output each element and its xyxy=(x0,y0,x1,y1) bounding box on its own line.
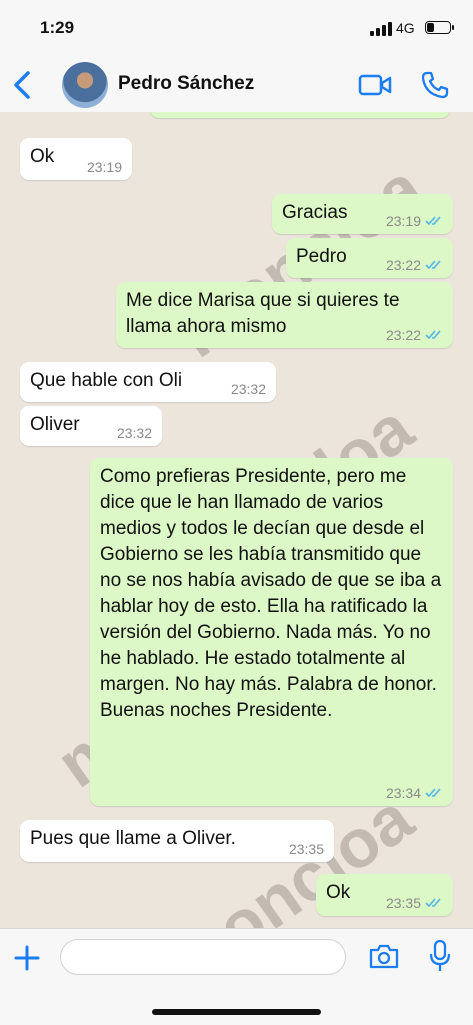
message-bubble[interactable]: Que hable con Oli 23:32 xyxy=(20,362,276,402)
message-time: 23:19 xyxy=(86,159,122,175)
message-bubble[interactable]: Pedro 23:22 xyxy=(286,238,453,278)
chat-header: Pedro Sánchez xyxy=(0,58,473,113)
message-bubble[interactable]: Ok 23:35 xyxy=(316,874,453,916)
double-check-icon xyxy=(425,216,441,226)
battery-icon xyxy=(425,21,454,34)
message-meta: 23:19 xyxy=(87,159,122,175)
double-check-icon xyxy=(425,330,441,340)
message-meta: 23:19 xyxy=(386,213,443,229)
status-time: 1:29 xyxy=(40,18,75,37)
message-time: 23:32 xyxy=(116,425,152,441)
home-indicator xyxy=(152,1009,321,1015)
phone-call-icon[interactable] xyxy=(420,70,450,100)
message-bubble[interactable]: Gracias 23:19 xyxy=(272,194,453,234)
contact-name[interactable]: Pedro Sánchez xyxy=(118,73,254,95)
camera-icon[interactable] xyxy=(368,942,400,970)
message-text: Como prefieras Presidente, pero me dice … xyxy=(100,466,442,721)
composer-bar xyxy=(0,928,473,1025)
video-call-icon[interactable] xyxy=(358,72,392,98)
message-meta: 23:35 xyxy=(386,895,443,911)
double-check-icon xyxy=(425,788,441,798)
message-meta: 23:35 xyxy=(289,841,324,857)
message-time: 23:19 xyxy=(385,213,421,229)
signal-icon xyxy=(370,22,392,36)
message-meta: 23:32 xyxy=(231,381,266,397)
message-input[interactable] xyxy=(60,939,346,975)
double-check-icon xyxy=(425,260,441,270)
message-time: 23:22 xyxy=(385,327,421,343)
message-meta: 23:22 xyxy=(386,327,443,343)
message-bubble-partial xyxy=(150,112,450,118)
message-bubble[interactable]: Pues que llame a Oliver. 23:35 xyxy=(20,820,334,862)
double-check-icon xyxy=(425,898,441,908)
message-meta: 23:32 xyxy=(117,425,152,441)
message-bubble[interactable]: Ok 23:19 xyxy=(20,138,132,180)
plus-icon[interactable] xyxy=(12,943,42,973)
message-time: 23:35 xyxy=(288,841,324,857)
status-bar: 1:29 4G xyxy=(0,0,473,58)
message-text: Pues que llame a Oliver. xyxy=(30,828,236,849)
message-bubble[interactable]: Me dice Marisa que si quieres te llama a… xyxy=(116,282,453,348)
message-time: 23:32 xyxy=(230,381,266,397)
network-type: 4G xyxy=(396,20,415,36)
message-time: 23:35 xyxy=(385,895,421,911)
contact-avatar[interactable] xyxy=(62,62,108,108)
message-time: 23:22 xyxy=(385,257,421,273)
message-meta: 23:22 xyxy=(386,257,443,273)
message-time: 23:34 xyxy=(385,785,421,801)
back-chevron-icon[interactable] xyxy=(8,68,38,102)
microphone-icon[interactable] xyxy=(428,939,452,973)
message-bubble[interactable]: Oliver 23:32 xyxy=(20,406,162,446)
message-bubble[interactable]: Como prefieras Presidente, pero me dice … xyxy=(90,458,453,806)
message-list[interactable]: moncloa moncloa moncloa moncloa Ok 23:19… xyxy=(0,112,473,928)
message-meta: 23:34 xyxy=(386,785,443,801)
